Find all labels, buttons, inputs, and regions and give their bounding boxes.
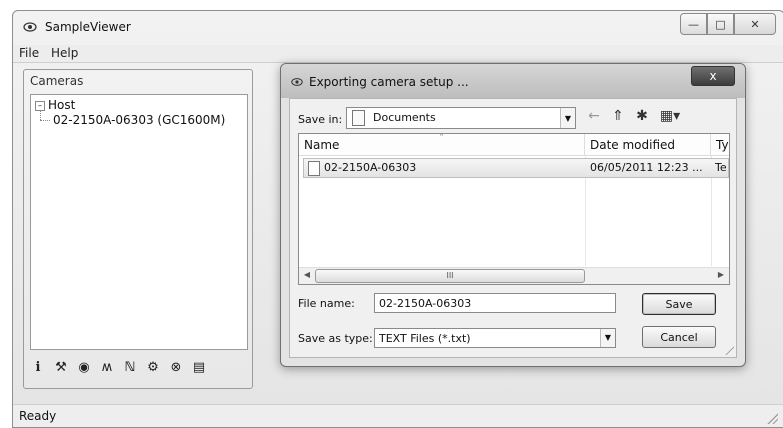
window-controls: — □ ✕ xyxy=(680,13,776,35)
eye-icon xyxy=(23,22,37,32)
waveform-icon[interactable]: ʍ xyxy=(99,359,115,375)
dialog-nav-toolbar: ← ⇑ ✱ ▦▾ xyxy=(586,108,682,124)
tree-host-label: Host xyxy=(48,98,76,112)
save-as-type-label: Save as type: xyxy=(298,332,373,345)
eye-icon xyxy=(291,78,303,86)
camera-toolbar: i ⚒ ◉ ʍ ℕ ⚙ ⊗ ▤ xyxy=(30,356,207,378)
file-row[interactable]: 02-2150A-06303 06/05/2011 12:23 ... Te xyxy=(303,158,729,178)
up-folder-icon[interactable]: ⇑ xyxy=(610,108,626,124)
collapse-icon[interactable]: – xyxy=(35,100,45,111)
resize-grip-icon[interactable] xyxy=(724,345,734,355)
tree-item-host[interactable]: – Host xyxy=(35,98,75,112)
dialog-body: Save in: Documents ▼ ← ⇑ ✱ ▦▾ Name ˄ Dat… xyxy=(289,98,737,358)
tree-item-camera[interactable]: 02-2150A-06303 (GC1600M) xyxy=(53,113,225,127)
horizontal-scrollbar[interactable]: ◀ III ▶ xyxy=(299,267,729,284)
film-icon[interactable]: ⚙ xyxy=(145,359,161,375)
chevron-down-icon[interactable]: ▼ xyxy=(560,108,575,128)
column-header-name[interactable]: Name ˄ xyxy=(299,134,585,156)
save-icon[interactable]: ▤ xyxy=(191,359,207,375)
close-button[interactable]: ✕ xyxy=(734,13,776,35)
back-arrow-icon[interactable]: ← xyxy=(586,108,602,124)
camera-tree[interactable]: – Host 02-2150A-06303 (GC1600M) xyxy=(30,94,248,350)
cancel-button[interactable]: Cancel xyxy=(642,326,716,348)
file-name-cell: 02-2150A-06303 xyxy=(324,161,417,174)
file-name-label: File name: xyxy=(298,297,355,310)
scrollbar-thumb[interactable]: III xyxy=(315,269,585,283)
dialog-title: Exporting camera setup ... xyxy=(309,75,469,89)
save-button[interactable]: Save xyxy=(642,293,716,315)
file-icon xyxy=(308,161,320,176)
register-icon[interactable]: ℕ xyxy=(122,359,138,375)
save-as-type-value: TEXT Files (*.txt) xyxy=(379,332,471,345)
cameras-panel: Cameras – Host 02-2150A-06303 (GC1600M) i… xyxy=(23,69,253,389)
menu-help[interactable]: Help xyxy=(51,46,78,60)
dialog-titlebar[interactable]: Exporting camera setup ... x xyxy=(281,64,745,98)
wrench-icon[interactable]: ⚒ xyxy=(53,359,69,375)
minimize-button[interactable]: — xyxy=(680,13,707,35)
resize-grip-icon[interactable] xyxy=(766,412,778,424)
new-folder-icon[interactable]: ✱ xyxy=(634,108,650,124)
tree-connector xyxy=(40,120,50,121)
documents-folder-icon xyxy=(352,110,365,126)
file-list[interactable]: Name ˄ Date modified Ty 02-2150A-06303 0… xyxy=(298,133,730,285)
sort-indicator-icon: ˄ xyxy=(439,133,444,144)
menu-bar: File Help xyxy=(13,45,783,63)
app-titlebar[interactable]: SampleViewer — □ ✕ xyxy=(13,11,783,45)
eye-icon[interactable]: ◉ xyxy=(76,359,92,375)
file-name-input[interactable]: 02-2150A-06303 xyxy=(374,293,616,313)
cameras-panel-title: Cameras xyxy=(30,74,84,88)
menu-file[interactable]: File xyxy=(19,46,39,60)
status-bar: Ready xyxy=(13,404,783,427)
maximize-button[interactable]: □ xyxy=(707,13,734,35)
column-header-date[interactable]: Date modified xyxy=(585,134,711,156)
info-icon[interactable]: i xyxy=(30,359,46,375)
dialog-close-button[interactable]: x xyxy=(691,66,735,86)
file-type-cell: Te xyxy=(715,161,727,174)
scroll-right-icon[interactable]: ▶ xyxy=(715,270,727,279)
scroll-left-icon[interactable]: ◀ xyxy=(301,270,313,279)
status-text: Ready xyxy=(19,409,57,423)
file-date-cell: 06/05/2011 12:23 ... xyxy=(590,161,703,174)
column-header-name-label: Name xyxy=(304,138,340,152)
save-in-select[interactable]: Documents ▼ xyxy=(346,107,576,129)
export-dialog: Exporting camera setup ... x Save in: Do… xyxy=(280,63,746,367)
save-as-type-select[interactable]: TEXT Files (*.txt) ▼ xyxy=(374,328,616,348)
save-in-value: Documents xyxy=(373,111,436,124)
column-header-type[interactable]: Ty xyxy=(711,134,729,156)
app-title: SampleViewer xyxy=(45,20,131,34)
settings-icon[interactable]: ⊗ xyxy=(168,359,184,375)
view-menu-icon[interactable]: ▦▾ xyxy=(658,108,682,124)
save-in-label: Save in: xyxy=(298,113,343,126)
tree-connector xyxy=(40,111,41,120)
chevron-down-icon[interactable]: ▼ xyxy=(600,329,615,347)
